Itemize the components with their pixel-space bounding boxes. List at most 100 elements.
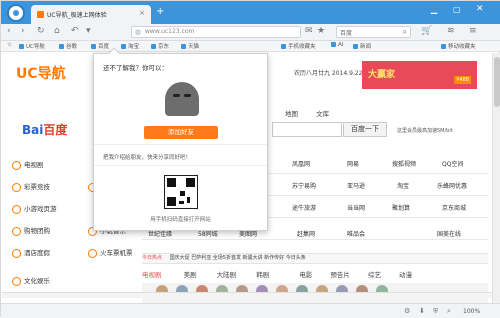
news-hot-label: 今日热点 bbox=[142, 255, 163, 261]
category-culture[interactable]: 文化娱乐 bbox=[12, 275, 50, 286]
site-link[interactable]: 苏宁易购 bbox=[292, 181, 316, 190]
bookmark-item[interactable]: 百度 bbox=[91, 42, 109, 50]
bookmark-star-icon[interactable]: ☆ bbox=[7, 42, 12, 48]
baidu-search-input[interactable] bbox=[272, 122, 342, 137]
tab-uc-nav[interactable]: UC导航_极速上网体验 × bbox=[31, 5, 151, 24]
bookmark-item[interactable]: 天猫 bbox=[181, 42, 199, 50]
baidu-logo[interactable]: Bai百度 bbox=[22, 121, 67, 138]
star-icon[interactable]: ★ bbox=[317, 26, 325, 36]
site-link[interactable]: QQ空间 bbox=[442, 159, 463, 168]
site-link[interactable]: 途牛旅游 bbox=[292, 203, 316, 212]
video-tabs: 电视剧 美剧 大陆剧 韩剧 电影 预告片 综艺 动漫 bbox=[142, 269, 488, 281]
wifi-icon[interactable]: ≋ bbox=[447, 26, 455, 36]
popup-title: 还不了解我？你可以： bbox=[103, 64, 168, 72]
uc-browser-logo-icon[interactable] bbox=[7, 4, 25, 22]
news-items[interactable]: 国庆大促 巴萨利亚 全场5折首发 新疆大讲 新作传好 今日头条 bbox=[170, 255, 306, 261]
status-bar: ⚙ ⬇ ⛨ ⌕ 100% bbox=[1, 303, 500, 318]
site-link[interactable]: 唯品会 bbox=[347, 229, 365, 238]
shield-icon[interactable]: ⛨ bbox=[433, 307, 438, 316]
category-shopping[interactable]: 购物团购 bbox=[12, 225, 50, 236]
hotel-icon bbox=[12, 248, 21, 258]
popup-description[interactable]: 把我介绍给朋友，快来分享同好吧！ bbox=[103, 153, 191, 161]
category-lottery[interactable]: 彩票竞技 bbox=[12, 181, 50, 192]
title-bar: UC导航_极速上网体验 × + ▁ ▢ ✕ bbox=[1, 1, 500, 24]
site-link[interactable]: 国美在线 bbox=[437, 229, 461, 238]
address-text[interactable]: www.uc123.com bbox=[145, 28, 194, 35]
search-engine-label[interactable]: 百度 bbox=[340, 28, 352, 37]
bookmark-item[interactable]: 移动收藏夹 bbox=[441, 42, 476, 50]
promo-banner[interactable]: 大赢家 ¥488 bbox=[362, 61, 477, 89]
category-hotel[interactable]: 酒店度假 bbox=[12, 247, 50, 258]
train-icon bbox=[88, 248, 97, 258]
baidu-promo-link[interactable]: 这里会员最高加速5M/bit bbox=[397, 127, 453, 134]
zoom-level[interactable]: 100% bbox=[463, 308, 480, 315]
browser-window: UC导航_极速上网体验 × + ▁ ▢ ✕ ‹ › ↻ ⌂ ↶ ▾ ◍ www.… bbox=[0, 0, 500, 318]
home-icon[interactable]: ⌂ bbox=[54, 26, 60, 36]
category-tv[interactable]: 电视剧 bbox=[12, 159, 44, 170]
scrollbar-thumb[interactable] bbox=[494, 57, 500, 107]
friend-popup: 还不了解我？你可以： 添加好友 把我介绍给朋友，快来分享同好吧！ 用手机扫码直接… bbox=[93, 47, 268, 231]
new-tab-button[interactable]: + bbox=[156, 6, 164, 17]
tab-close-icon[interactable]: × bbox=[139, 9, 145, 17]
page-icon: ◍ bbox=[135, 28, 142, 36]
search-box[interactable]: 百度 ⌕ bbox=[336, 26, 411, 38]
site-link[interactable]: 搜狐视频 bbox=[392, 159, 416, 168]
bookmark-item[interactable]: 谷歌 bbox=[59, 42, 77, 50]
back-icon[interactable]: ‹ bbox=[7, 26, 11, 36]
settings-icon[interactable]: ⚙ bbox=[404, 307, 410, 315]
undo-icon[interactable]: ↶ bbox=[71, 26, 79, 36]
news-strip[interactable]: 今日热点 国庆大促 巴萨利亚 全场5折首发 新疆大讲 新作传好 今日头条 bbox=[142, 253, 488, 264]
bookmark-item[interactable]: 京东 bbox=[151, 42, 169, 50]
close-window-button[interactable]: ✕ bbox=[476, 4, 484, 14]
site-link[interactable]: 淘宝 bbox=[397, 181, 409, 190]
category-games[interactable]: 小游戏页游 bbox=[12, 203, 57, 214]
site-link[interactable]: 赶集网 bbox=[297, 229, 315, 238]
bookmark-item[interactable]: UC导航 bbox=[19, 42, 45, 50]
cart-icon[interactable]: 🛒 bbox=[421, 26, 432, 36]
site-link[interactable]: 网易 bbox=[347, 159, 359, 168]
bookmark-item[interactable]: AI bbox=[331, 42, 343, 48]
site-link[interactable]: 聚划算 bbox=[392, 203, 410, 212]
download-icon[interactable]: ⬇ bbox=[419, 307, 425, 315]
tab-tvseries[interactable]: 电视剧 bbox=[142, 271, 162, 279]
horizontal-scrollbar[interactable] bbox=[2, 292, 492, 298]
vertical-scrollbar[interactable] bbox=[492, 53, 500, 303]
ghost-mascot-icon bbox=[165, 82, 199, 116]
minimize-button[interactable]: ▁ bbox=[431, 5, 437, 14]
tab-trailer[interactable]: 预告片 bbox=[330, 271, 350, 279]
category-train[interactable]: 火车票机票 bbox=[88, 247, 133, 258]
site-link[interactable]: 京东商城 bbox=[442, 203, 466, 212]
bookmark-item[interactable]: 淘宝 bbox=[121, 42, 139, 50]
tab-variety[interactable]: 综艺 bbox=[368, 271, 381, 279]
site-link[interactable]: 乐蜂网优惠 bbox=[437, 181, 467, 190]
maximize-button[interactable]: ▢ bbox=[453, 5, 461, 14]
divider bbox=[94, 165, 267, 166]
tab-wenku[interactable]: 文库 bbox=[316, 110, 329, 118]
tab-map[interactable]: 地图 bbox=[285, 110, 298, 118]
address-bar[interactable]: ◍ www.uc123.com bbox=[131, 26, 301, 38]
search-category-tabs: 地图 文库 bbox=[285, 108, 345, 118]
hamburger-menu-icon[interactable]: ≡ bbox=[469, 26, 477, 36]
games-icon bbox=[12, 204, 21, 214]
site-link[interactable]: 凤凰网 bbox=[292, 159, 310, 168]
lottery-icon bbox=[12, 182, 21, 192]
uc-nav-logo[interactable]: UC导航 bbox=[16, 63, 66, 83]
refresh-icon[interactable]: ↻ bbox=[37, 26, 45, 36]
zoom-icon[interactable]: ⌕ bbox=[447, 307, 451, 316]
bookmark-item[interactable]: 手机收藏夹 bbox=[281, 42, 316, 50]
shopping-icon bbox=[12, 226, 21, 236]
tab-mainland[interactable]: 大陆剧 bbox=[217, 271, 237, 279]
baidu-search-button[interactable]: 百度一下 bbox=[343, 122, 387, 137]
tab-movie[interactable]: 电影 bbox=[299, 271, 312, 279]
tab-usdrama[interactable]: 美剧 bbox=[184, 271, 197, 279]
site-link[interactable]: 亚马逊 bbox=[347, 181, 365, 190]
tab-anime[interactable]: 动漫 bbox=[399, 271, 412, 279]
mail-icon[interactable]: ✉ bbox=[305, 26, 313, 36]
search-icon[interactable]: ⌕ bbox=[403, 27, 407, 37]
add-friend-button[interactable]: 添加好友 bbox=[144, 126, 218, 139]
tab-korean[interactable]: 韩剧 bbox=[256, 271, 269, 279]
bookmark-item[interactable]: 新闻 bbox=[353, 42, 371, 50]
menu-icon[interactable]: ▾ bbox=[86, 26, 91, 36]
site-link[interactable]: 当当网 bbox=[347, 203, 365, 212]
forward-icon[interactable]: › bbox=[21, 26, 25, 36]
